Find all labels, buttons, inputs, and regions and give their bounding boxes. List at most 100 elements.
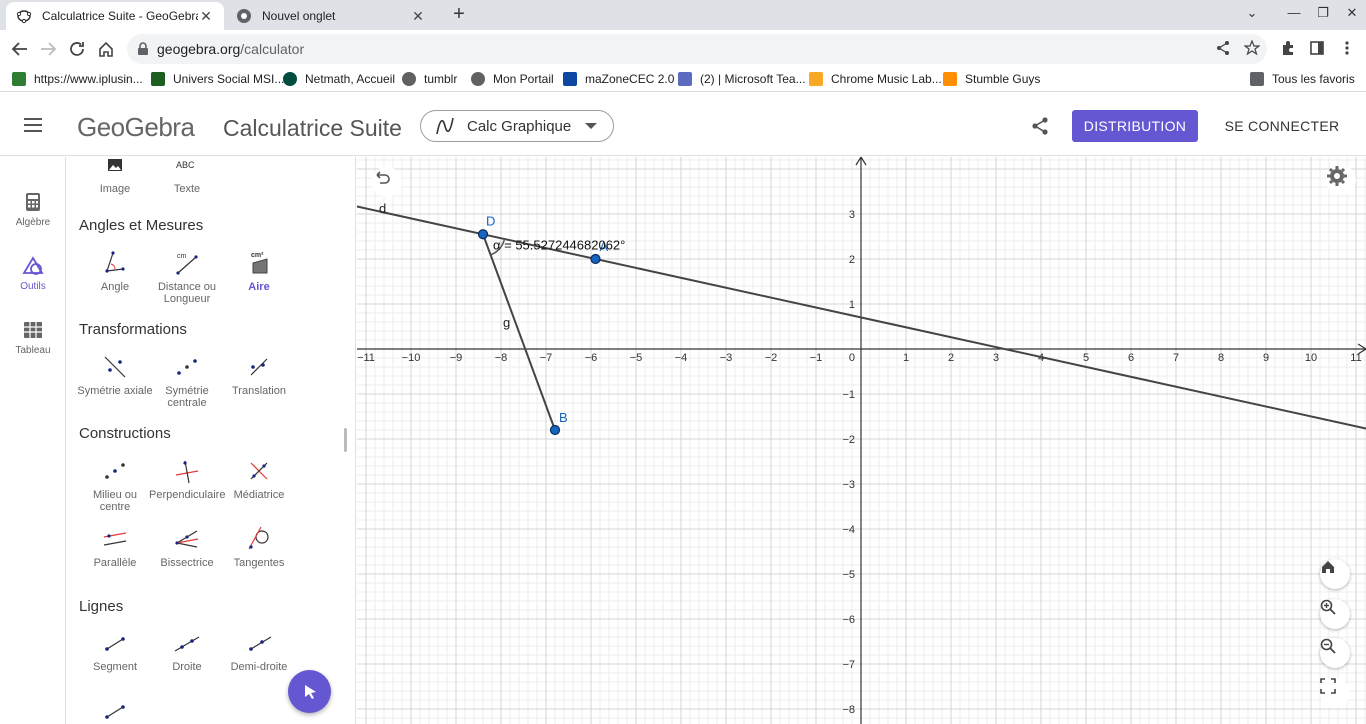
y-tick-label: −5 xyxy=(842,569,855,581)
rail-item-outils[interactable]: Outils xyxy=(0,255,66,292)
y-tick-label: 1 xyxy=(849,299,855,311)
tool-droite[interactable]: Droite xyxy=(149,629,225,673)
bookmark-item[interactable]: maZoneCEC 2.0 xyxy=(563,72,674,86)
login-button[interactable]: SE CONNECTER xyxy=(1216,110,1348,142)
fullscreen-icon[interactable] xyxy=(1320,678,1350,708)
gear-icon[interactable] xyxy=(1326,165,1356,195)
x-tick-label: −10 xyxy=(402,352,421,364)
x-tick-label: −5 xyxy=(630,352,643,364)
midpoint-icon xyxy=(101,457,129,485)
label-D: D xyxy=(486,213,495,228)
section-title-constructions: Constructions xyxy=(79,425,171,442)
hamburger-menu-icon[interactable] xyxy=(24,118,42,132)
line-icon xyxy=(173,629,201,657)
tool-vector-partial[interactable] xyxy=(77,697,153,724)
bookmark-item[interactable]: tumblr xyxy=(402,72,457,86)
origin-label: 0 xyxy=(849,352,855,364)
star-icon[interactable] xyxy=(1242,38,1262,58)
bookmark-item[interactable]: Netmath, Accueil xyxy=(283,72,395,86)
coordinate-plane[interactable]: −11−10−9−8−7−6−5−4−3−2−11234567891011321… xyxy=(357,157,1366,724)
undo-icon[interactable] xyxy=(372,167,402,197)
image-icon xyxy=(101,157,129,179)
minimize-icon[interactable]: — xyxy=(1284,5,1304,20)
tools-panel: Image ABC Texte Angles et Mesures Angle … xyxy=(66,157,356,724)
address-bar[interactable]: geogebra.org/calculator xyxy=(127,34,1267,64)
point-B[interactable] xyxy=(549,424,561,436)
graph-app-icon xyxy=(435,116,455,136)
app-selector-dropdown[interactable]: Calc Graphique xyxy=(420,110,614,142)
point-A[interactable] xyxy=(590,253,601,265)
bookmark-item[interactable]: (2) | Microsoft Tea... xyxy=(678,72,806,86)
x-tick-label: 3 xyxy=(993,352,999,364)
tool-image[interactable]: Image xyxy=(77,157,153,195)
share-icon[interactable] xyxy=(1213,38,1233,58)
bookmark-favicon-icon xyxy=(809,72,823,86)
tool-tangentes[interactable]: Tangentes xyxy=(221,525,297,569)
perpendicular-icon xyxy=(173,457,201,485)
view-rail: Algèbre Outils Tableau xyxy=(0,157,66,724)
tool-demi-droite[interactable]: Demi-droite xyxy=(221,629,297,673)
x-tick-label: −4 xyxy=(675,352,688,364)
back-arrow-icon[interactable] xyxy=(9,38,31,60)
point-D[interactable] xyxy=(477,229,489,240)
window-close-icon[interactable]: ✕ xyxy=(1342,5,1362,21)
y-tick-label: 2 xyxy=(849,254,855,266)
tool-perpendiculaire[interactable]: Perpendiculaire xyxy=(149,457,225,501)
y-tick-label: −4 xyxy=(842,524,855,536)
move-tool-fab[interactable] xyxy=(288,670,331,713)
home-view-icon[interactable] xyxy=(1320,559,1350,589)
rail-item-algebre[interactable]: Algèbre xyxy=(0,191,66,228)
tab-nouvel-onglet[interactable]: Nouvel onglet ✕ xyxy=(226,2,436,30)
reload-icon[interactable] xyxy=(66,38,88,60)
tab-search-chevron-icon[interactable]: ⌄ xyxy=(1242,5,1262,21)
panel-resize-handle[interactable] xyxy=(344,428,347,452)
bookmark-item[interactable]: Univers Social MSI... xyxy=(151,72,284,86)
share-icon[interactable] xyxy=(1030,116,1050,136)
tool-segment[interactable]: Segment xyxy=(77,629,153,673)
close-icon[interactable]: ✕ xyxy=(410,8,426,25)
close-icon[interactable]: ✕ xyxy=(198,8,214,25)
tool-mediatrice[interactable]: Médiatrice xyxy=(221,457,297,501)
tool-parallele[interactable]: Parallèle xyxy=(77,525,153,569)
x-tick-label: 7 xyxy=(1173,352,1179,364)
tool-symetrie-axiale[interactable]: Symétrie axiale xyxy=(77,353,153,397)
forward-arrow-icon[interactable] xyxy=(37,38,59,60)
geogebra-logo[interactable]: GeoGebra xyxy=(77,112,195,143)
tab-title: Nouvel onglet xyxy=(262,9,336,23)
tool-angle[interactable]: Angle xyxy=(77,249,153,293)
bookmark-favicon-icon xyxy=(151,72,165,86)
bookmark-item[interactable]: Chrome Music Lab... xyxy=(809,72,942,86)
all-bookmarks-folder[interactable]: Tous les favoris xyxy=(1250,72,1355,86)
sidepanel-icon[interactable] xyxy=(1307,38,1327,58)
y-tick-label: −3 xyxy=(842,479,855,491)
tool-aire[interactable]: cm² Aire xyxy=(221,249,297,293)
bookmarks-bar: https://www.iplusin... Univers Social MS… xyxy=(0,68,1366,92)
new-tab-plus-icon[interactable]: + xyxy=(448,4,470,26)
x-tick-label: 2 xyxy=(948,352,954,364)
svg-text:ABC: ABC xyxy=(176,160,195,170)
bookmark-item[interactable]: Mon Portail xyxy=(471,72,554,86)
graphics-view[interactable]: −11−10−9−8−7−6−5−4−3−2−11234567891011321… xyxy=(357,157,1366,724)
tool-bissectrice[interactable]: Bissectrice xyxy=(149,525,225,569)
bookmark-item[interactable]: Stumble Guys xyxy=(943,72,1040,86)
label-B: B xyxy=(559,410,568,425)
app-selector-label: Calc Graphique xyxy=(467,117,572,135)
tool-texte[interactable]: ABC Texte xyxy=(149,157,225,195)
tool-symetrie-centrale[interactable]: Symétrie centrale xyxy=(149,353,225,409)
zoom-in-icon[interactable] xyxy=(1320,599,1350,629)
tool-translation[interactable]: Translation xyxy=(221,353,297,397)
zoom-out-icon[interactable] xyxy=(1320,638,1350,668)
extensions-puzzle-icon[interactable] xyxy=(1278,38,1298,58)
distribution-button[interactable]: DISTRIBUTION xyxy=(1072,110,1198,142)
bookmark-item[interactable]: https://www.iplusin... xyxy=(12,72,143,86)
restore-icon[interactable]: ❐ xyxy=(1313,5,1333,21)
home-icon[interactable] xyxy=(95,38,117,60)
kebab-menu-icon[interactable] xyxy=(1337,38,1357,58)
globe-icon xyxy=(402,72,416,86)
rail-item-tableau[interactable]: Tableau xyxy=(0,319,66,356)
tab-calculatrice[interactable]: Calculatrice Suite - GeoGebra ✕ xyxy=(6,2,224,30)
x-tick-label: 8 xyxy=(1218,352,1224,364)
tool-distance[interactable]: cm Distance ou Longueur xyxy=(149,249,225,305)
angle-bisector-icon xyxy=(173,525,201,553)
tool-milieu[interactable]: Milieu ou centre xyxy=(77,457,153,513)
